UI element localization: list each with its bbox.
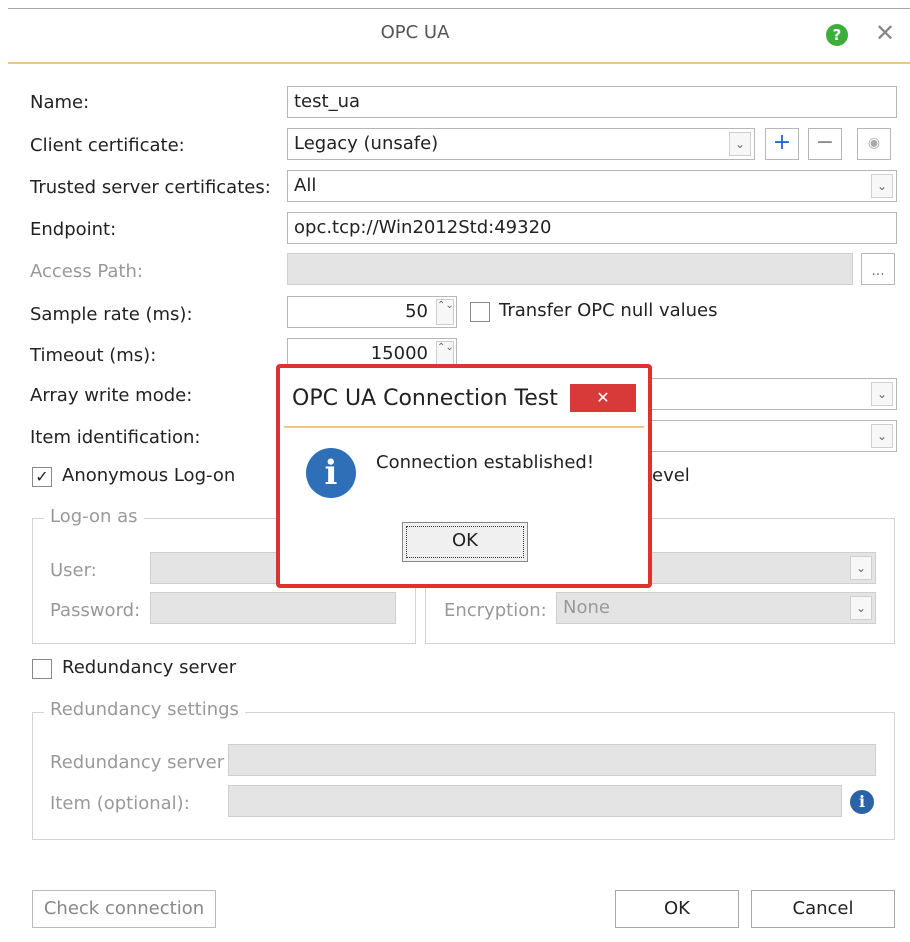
redundancy-server-field-label: Redundancy server bbox=[50, 752, 225, 773]
endpoint-label: Endpoint: bbox=[30, 219, 117, 240]
view-certificate-icon[interactable]: ◉ bbox=[857, 128, 891, 160]
window-title: OPC UA bbox=[380, 22, 450, 43]
encryption-label: Encryption: bbox=[444, 600, 547, 621]
check-connection-button[interactable]: Check connection bbox=[32, 890, 216, 928]
add-certificate-button[interactable]: + bbox=[765, 128, 799, 160]
user-label: User: bbox=[50, 560, 97, 581]
password-input[interactable] bbox=[150, 592, 396, 624]
chevron-down-icon[interactable]: ⌄ bbox=[729, 132, 751, 156]
dialog-title-divider bbox=[284, 426, 644, 428]
sample-rate-stepper[interactable]: 50 ⌃⌄ bbox=[287, 296, 457, 328]
dialog-message: Connection established! bbox=[376, 452, 595, 473]
dialog-title: OPC UA Connection Test bbox=[292, 386, 558, 411]
chevron-down-icon[interactable]: ⌄ bbox=[871, 174, 893, 198]
ok-button[interactable]: OK bbox=[615, 890, 739, 928]
redundancy-server-label: Redundancy server bbox=[62, 657, 237, 678]
connection-test-dialog: OPC UA Connection Test ✕ i Connection es… bbox=[276, 364, 652, 588]
transfer-null-label: Transfer OPC null values bbox=[499, 300, 718, 321]
password-label: Password: bbox=[50, 600, 141, 621]
client-certificate-label: Client certificate: bbox=[30, 135, 185, 156]
title-divider bbox=[8, 62, 910, 64]
help-icon[interactable]: ? bbox=[826, 24, 848, 46]
security-policy-select[interactable]: ⌄ bbox=[640, 552, 876, 584]
client-certificate-select[interactable]: Legacy (unsafe) ⌄ bbox=[287, 128, 755, 160]
remove-certificate-button[interactable]: − bbox=[808, 128, 842, 160]
redundancy-settings-title: Redundancy settings bbox=[44, 699, 245, 720]
client-certificate-value: Legacy (unsafe) bbox=[294, 133, 439, 154]
sample-rate-label: Sample rate (ms): bbox=[30, 304, 193, 325]
cancel-button[interactable]: Cancel bbox=[751, 890, 895, 928]
item-optional-input[interactable] bbox=[228, 785, 842, 817]
trusted-server-certificates-select[interactable]: All ⌄ bbox=[287, 170, 897, 202]
trusted-server-certificates-value: All bbox=[294, 175, 317, 196]
window-close-button[interactable]: ✕ bbox=[870, 18, 900, 48]
sample-rate-value: 50 bbox=[405, 301, 428, 322]
info-icon: i bbox=[306, 448, 356, 498]
redundancy-server-input[interactable] bbox=[228, 744, 876, 776]
window-top-border bbox=[8, 8, 910, 9]
access-path-input[interactable] bbox=[287, 253, 853, 285]
name-label: Name: bbox=[30, 92, 90, 113]
encryption-value: None bbox=[563, 597, 610, 618]
chevron-down-icon[interactable]: ⌄ bbox=[850, 556, 872, 580]
item-optional-label: Item (optional): bbox=[50, 793, 190, 814]
dialog-ok-button[interactable]: OK bbox=[402, 522, 528, 562]
access-path-label: Access Path: bbox=[30, 261, 143, 282]
trusted-server-certificates-label: Trusted server certificates: bbox=[30, 177, 271, 198]
spin-arrows-icon[interactable]: ⌃⌄ bbox=[436, 299, 454, 325]
security-level-label: evel bbox=[652, 465, 690, 486]
item-identification-label: Item identification: bbox=[30, 427, 201, 448]
info-icon[interactable]: i bbox=[850, 790, 874, 814]
name-input[interactable]: test_ua bbox=[287, 86, 897, 118]
redundancy-settings-group bbox=[32, 712, 895, 840]
anonymous-logon-label: Anonymous Log-on bbox=[62, 465, 236, 486]
timeout-value: 15000 bbox=[370, 343, 428, 364]
anonymous-logon-checkbox[interactable]: ✓ bbox=[32, 467, 52, 487]
logon-group-title: Log-on as bbox=[44, 506, 144, 527]
user-input[interactable] bbox=[150, 552, 280, 584]
transfer-null-checkbox[interactable] bbox=[470, 302, 490, 322]
redundancy-server-checkbox[interactable] bbox=[32, 659, 52, 679]
chevron-down-icon[interactable]: ⌄ bbox=[871, 382, 893, 406]
encryption-select[interactable]: None ⌄ bbox=[556, 592, 876, 624]
dialog-close-button[interactable]: ✕ bbox=[570, 384, 636, 412]
chevron-down-icon[interactable]: ⌄ bbox=[871, 424, 893, 448]
endpoint-input[interactable]: opc.tcp://Win2012Std:49320 bbox=[287, 212, 897, 244]
browse-access-path-button[interactable]: ... bbox=[861, 253, 895, 285]
timeout-label: Timeout (ms): bbox=[30, 345, 157, 366]
array-write-mode-label: Array write mode: bbox=[30, 385, 193, 406]
chevron-down-icon[interactable]: ⌄ bbox=[850, 596, 872, 620]
